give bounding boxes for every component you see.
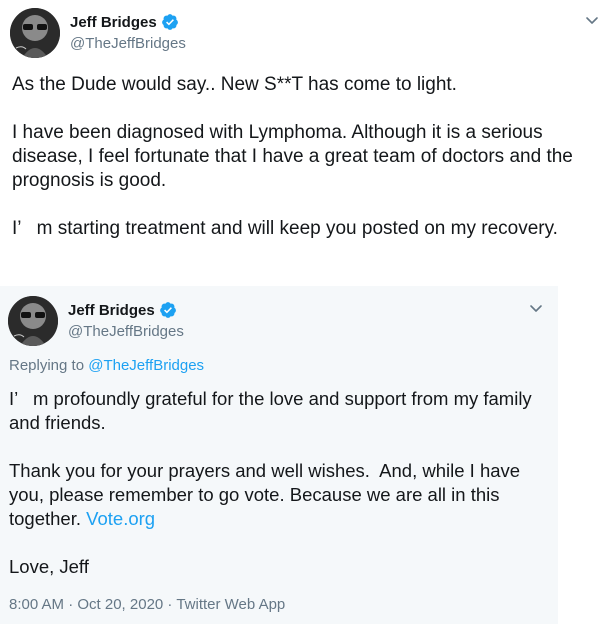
vote-org-link[interactable]: Vote.org — [86, 508, 155, 529]
main-tweet: Jeff Bridges @TheJeffBridges As the Dude… — [0, 0, 616, 290]
source-app[interactable]: Twitter Web App — [176, 596, 285, 613]
display-name-row: Jeff Bridges — [70, 12, 186, 32]
handle[interactable]: @TheJeffBridges — [70, 35, 186, 52]
display-name[interactable]: Jeff Bridges — [68, 302, 155, 319]
tweet-header: Jeff Bridges @TheJeffBridges — [10, 8, 606, 58]
display-name-row: Jeff Bridges — [68, 300, 184, 320]
tweet-screenshot: Jeff Bridges @TheJeffBridges As the Dude… — [0, 0, 616, 624]
tweet-text: I’ m profoundly grateful for the love an… — [9, 387, 549, 579]
handle[interactable]: @TheJeffBridges — [68, 323, 184, 340]
timestamp[interactable]: 8:00 AM · Oct 20, 2020 — [9, 596, 163, 613]
avatar[interactable] — [10, 8, 60, 58]
replying-handle-link[interactable]: @TheJeffBridges — [88, 357, 204, 374]
avatar[interactable] — [8, 296, 58, 346]
replying-to: Replying to @TheJeffBridges — [9, 357, 204, 374]
verified-badge-icon — [159, 301, 177, 319]
author-names: Jeff Bridges @TheJeffBridges — [68, 300, 184, 341]
replying-prefix: Replying to — [9, 357, 89, 374]
meta-separator: · — [163, 596, 177, 613]
verified-badge-icon — [161, 13, 179, 31]
reply-tweet: Jeff Bridges @TheJeffBridges Replying to… — [0, 286, 558, 624]
tweet-header: Jeff Bridges @TheJeffBridges — [8, 296, 550, 346]
author-names: Jeff Bridges @TheJeffBridges — [70, 12, 186, 53]
display-name[interactable]: Jeff Bridges — [70, 14, 157, 31]
tweet-text-signoff: Love, Jeff — [9, 556, 89, 577]
chevron-down-icon[interactable] — [584, 12, 600, 28]
tweet-text: As the Dude would say.. New S**T has com… — [12, 74, 573, 239]
chevron-down-icon[interactable] — [528, 300, 544, 316]
tweet-meta: 8:00 AM · Oct 20, 2020 · Twitter Web App — [9, 596, 285, 613]
